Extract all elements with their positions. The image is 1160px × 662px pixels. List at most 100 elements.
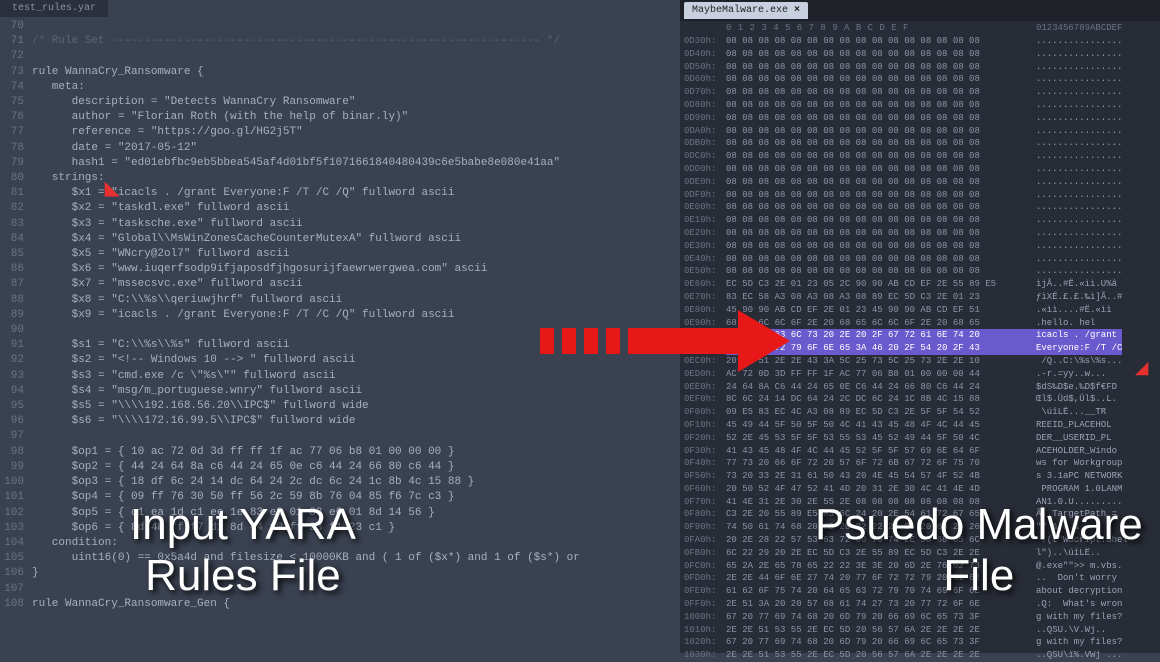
code-line[interactable]: 91 $s1 = "C:\\%s\\%s" fullword ascii [0,338,680,353]
code-line[interactable]: 79 hash1 = "ed01ebfbc9eb5bbea545af4d01bf… [0,156,680,171]
code-line[interactable]: 94 $s4 = "msg/m_portuguese.wnry" fullwor… [0,384,680,399]
code-line[interactable]: 92 $s2 = "<!-- Windows 10 --> " fullword… [0,353,680,368]
code-line[interactable]: 80 strings: [0,171,680,186]
hex-body[interactable]: 0D30h:08 08 08 08 08 08 08 08 08 08 08 0… [680,35,1160,662]
hex-row[interactable]: 1010h:2E 2E 51 53 55 2E EC 5D 20 56 57 6… [684,624,1156,637]
hex-row[interactable]: 0E70h:83 EC 58 A3 08 A3 08 A3 08 89 EC 5… [684,291,1156,304]
hex-row[interactable]: 0DF0h:08 08 08 08 08 08 08 08 08 08 08 0… [684,189,1156,202]
code-line[interactable]: 96 $s6 = "\\\\172.16.99.5\\IPC$" fullwor… [0,414,680,429]
hex-row[interactable]: 0E50h:08 08 08 08 08 08 08 08 08 08 08 0… [684,265,1156,278]
hex-row[interactable]: 0E40h:08 08 08 08 08 08 08 08 08 08 08 0… [684,253,1156,266]
code-line[interactable]: 108rule WannaCry_Ransomware_Gen { [0,597,680,612]
hex-row[interactable]: 0F10h:45 49 44 5F 50 5F 50 4C 41 43 45 4… [684,419,1156,432]
hex-row[interactable]: 0EC0h:20 2F 51 2E 2E 43 3A 5C 25 73 5C 2… [684,355,1156,368]
hex-row[interactable]: 0FE0h:61 62 6F 75 74 20 64 65 63 72 79 7… [684,585,1156,598]
hex-row[interactable]: 0E60h:EC 5D C3 2E 01 23 05 2C 90 90 AB C… [684,278,1156,291]
code-line[interactable]: 93 $s3 = "cmd.exe /c \"%s\"" fullword as… [0,369,680,384]
hex-row[interactable]: 0F60h:20 50 52 4F 47 52 41 4D 20 31 2E 3… [684,483,1156,496]
hex-row[interactable]: 0D80h:08 08 08 08 08 08 08 08 08 08 08 0… [684,99,1156,112]
hex-row[interactable]: 0D30h:08 08 08 08 08 08 08 08 08 08 08 0… [684,35,1156,48]
code-line[interactable]: 98 $op1 = { 10 ac 72 0d 3d ff ff 1f ac 7… [0,445,680,460]
hex-row[interactable]: 0F30h:41 43 45 48 4F 4C 44 45 52 5F 5F 5… [684,445,1156,458]
code-line[interactable]: 75 description = "Detects WannaCry Ranso… [0,95,680,110]
code-line[interactable]: 95 $s5 = "\\\\192.168.56.20\\IPC$" fullw… [0,399,680,414]
code-line[interactable]: 88 $x8 = "C:\\%s\\qeriuwjhrf" fullword a… [0,293,680,308]
code-line[interactable]: 97 [0,429,680,444]
code-text: $s3 = "cmd.exe /c \"%s\"" fullword ascii [32,369,336,384]
code-editor-panel: test_rules.yar 7071/* Rule Set ---------… [0,0,680,653]
hex-row[interactable]: 0D50h:08 08 08 08 08 08 08 08 08 08 08 0… [684,61,1156,74]
hex-row[interactable]: 0D70h:08 08 08 08 08 08 08 08 08 08 08 0… [684,86,1156,99]
close-icon[interactable]: × [794,5,800,16]
hex-row[interactable]: 0F50h:73 20 33 2E 31 61 50 43 20 4E 45 5… [684,470,1156,483]
hex-row[interactable]: 0F90h:74 50 61 74 68 20 3D 20 22 22 20 2… [684,521,1156,534]
code-line[interactable]: 76 author = "Florian Roth (with the help… [0,110,680,125]
code-line[interactable]: 99 $op2 = { 44 24 64 8a c6 44 24 65 0e c… [0,460,680,475]
hex-row[interactable]: 0DB0h:08 08 08 08 08 08 08 08 08 08 08 0… [684,137,1156,150]
hex-row[interactable]: 0E80h:45 90 90 AB CD EF 2E 01 23 45 90 9… [684,304,1156,317]
hex-bytes: 08 08 08 08 08 08 08 08 08 08 08 08 08 0… [726,99,1036,112]
hex-row[interactable]: 0E10h:08 08 08 08 08 08 08 08 08 08 08 0… [684,214,1156,227]
hex-row[interactable]: 0F00h:09 E5 83 EC 4C A3 08 89 EC 5D C3 2… [684,406,1156,419]
hex-row[interactable]: 0EE0h:24 64 8A C6 44 24 65 0E C6 44 24 6… [684,381,1156,394]
code-line[interactable]: 71/* Rule Set --------------------------… [0,34,680,49]
hex-row[interactable]: 0ED0h:AC 72 0D 3D FF FF 1F AC 77 06 B8 0… [684,368,1156,381]
hex-row[interactable]: 0FA0h:20 2E 28 22 57 53 63 72 69 70 74 2… [684,534,1156,547]
hex-row[interactable]: 0DA0h:08 08 08 08 08 08 08 08 08 08 08 0… [684,125,1156,138]
hex-row[interactable]: 0EF0h:8C 6C 24 14 DC 64 24 2C DC 6C 24 1… [684,393,1156,406]
hex-offset: 0F00h: [684,406,726,419]
hex-row[interactable]: 1020h:67 20 77 69 74 68 20 6D 79 20 66 6… [684,636,1156,649]
code-line[interactable]: 105 uint16(0) == 0x5a4d and filesize < 1… [0,551,680,566]
hex-row[interactable]: 0EB0h:45 76 65 72 79 6F 6E 65 3A 46 20 2… [684,342,1156,355]
hex-row[interactable]: 0D60h:08 08 08 08 08 08 08 08 08 08 08 0… [684,73,1156,86]
hex-row[interactable]: 0F40h:77 73 20 66 6F 72 20 57 6F 72 6B 6… [684,457,1156,470]
code-line[interactable]: 101 $op4 = { 09 ff 76 30 50 ff 56 2c 59 … [0,490,680,505]
hex-row[interactable]: 0DE0h:08 08 08 08 08 08 08 08 08 08 08 0… [684,176,1156,189]
code-line[interactable]: 104 condition: [0,536,680,551]
code-line[interactable]: 70 [0,19,680,34]
hex-row[interactable]: 1000h:67 20 77 69 74 68 20 6D 79 20 66 6… [684,611,1156,624]
hex-row[interactable]: 0FC0h:65 2A 2E 65 78 65 22 22 3E 3E 20 6… [684,560,1156,573]
hex-row[interactable]: 0E20h:08 08 08 08 08 08 08 08 08 08 08 0… [684,227,1156,240]
code-line[interactable]: 81 $x1 = "icacls . /grant Everyone:F /T … [0,186,680,201]
code-line[interactable]: 73rule WannaCry_Ransomware { [0,65,680,80]
hex-row[interactable]: 0DC0h:08 08 08 08 08 08 08 08 08 08 08 0… [684,150,1156,163]
hex-offset: 0F80h: [684,508,726,521]
file-tab-right[interactable]: MaybeMalware.exe × [684,2,808,19]
code-line[interactable]: 100 $op3 = { 18 df 6c 24 14 dc 64 24 2c … [0,475,680,490]
hex-row[interactable]: 0E90h:68 65 6C 6C 6F 2E 20 68 65 6C 6C 6… [684,317,1156,330]
hex-row[interactable]: 0DD0h:08 08 08 08 08 08 08 08 08 08 08 0… [684,163,1156,176]
code-line[interactable]: 106} [0,566,680,581]
code-line[interactable]: 74 meta: [0,80,680,95]
hex-row[interactable]: 0F70h:41 4E 31 2E 30 2E 55 2E 08 08 08 0… [684,496,1156,509]
code-text: $x9 = "icacls . /grant Everyone:F /T /C … [32,308,454,323]
hex-row[interactable]: 0FB0h:6C 22 29 20 2E EC 5D C3 2E 55 89 E… [684,547,1156,560]
code-text: description = "Detects WannaCry Ransomwa… [32,95,355,110]
hex-row[interactable]: 0D90h:08 08 08 08 08 08 08 08 08 08 08 0… [684,112,1156,125]
code-line[interactable]: 82 $x2 = "taskdl.exe" fullword ascii [0,201,680,216]
hex-row[interactable]: 0F20h:52 2E 45 53 5F 5F 53 55 53 45 52 4… [684,432,1156,445]
hex-row[interactable]: 0FF0h:2E 51 3A 20 20 57 68 61 74 27 73 2… [684,598,1156,611]
hex-row[interactable]: 0FD0h:2E 2E 44 6F 6E 27 74 20 77 6F 72 7… [684,572,1156,585]
code-line[interactable]: 83 $x3 = "tasksche.exe" fullword ascii [0,217,680,232]
code-line[interactable]: 103 $op6 = { 8d 48 ff f7 d1 8d 44 10 ff … [0,521,680,536]
hex-row[interactable]: 0F80h:C3 2E 20 55 89 E5 83 6C 24 20 2E 5… [684,508,1156,521]
code-line[interactable]: 78 date = "2017-05-12" [0,141,680,156]
code-area[interactable]: 7071/* Rule Set ------------------------… [0,17,680,614]
code-line[interactable]: 86 $x6 = "www.iuqerfsodp9ifjaposdfjhgosu… [0,262,680,277]
code-line[interactable]: 102 $op5 = { c1 ea 1d c1 ee 1e 83 e2 01 … [0,506,680,521]
code-line[interactable]: 107 [0,582,680,597]
code-line[interactable]: 85 $x5 = "WNcry@2ol7" fullword ascii [0,247,680,262]
hex-row[interactable]: 0D40h:08 08 08 08 08 08 08 08 08 08 08 0… [684,48,1156,61]
hex-row[interactable]: 0EA0h:69 63 61 63 6C 73 20 2E 20 2F 67 7… [684,329,1156,342]
hex-row[interactable]: 0E00h:08 08 08 08 08 08 08 08 08 08 08 0… [684,201,1156,214]
code-line[interactable]: 87 $x7 = "mssecsvc.exe" fullword ascii [0,277,680,292]
code-line[interactable]: 84 $x4 = "Global\\MsWinZonesCacheCounter… [0,232,680,247]
hex-row[interactable]: 1030h:2E 2E 51 53 55 2E EC 5D 20 56 57 6… [684,649,1156,662]
code-line[interactable]: 90 [0,323,680,338]
hex-row[interactable]: 0E30h:08 08 08 08 08 08 08 08 08 08 08 0… [684,240,1156,253]
code-line[interactable]: 89 $x9 = "icacls . /grant Everyone:F /T … [0,308,680,323]
code-line[interactable]: 77 reference = "https://goo.gl/HG2j5T" [0,125,680,140]
code-line[interactable]: 72 [0,49,680,64]
file-tab-left[interactable]: test_rules.yar [0,0,108,17]
